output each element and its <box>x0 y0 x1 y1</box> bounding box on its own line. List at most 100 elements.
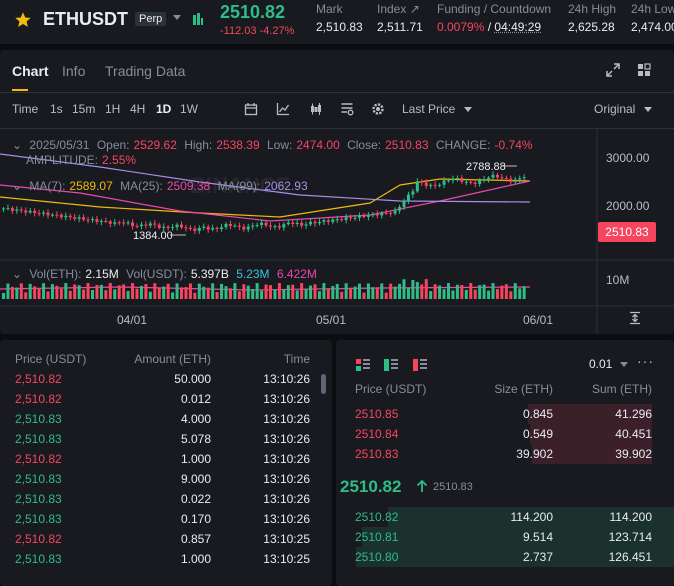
expand-icon[interactable] <box>605 62 621 78</box>
chevron-down-icon <box>643 107 652 113</box>
candle <box>19 209 23 211</box>
candle <box>518 178 522 180</box>
candle <box>273 226 277 228</box>
table-row[interactable]: 2,510.83 0.170 13:10:26 <box>0 512 332 532</box>
volume-bar <box>215 292 219 299</box>
time-label[interactable]: Time <box>12 102 38 116</box>
interval-1w[interactable]: 1W <box>180 102 198 116</box>
x-axis-label: 05/01 <box>316 313 347 327</box>
bid-row[interactable]: 2510.82 114.200 114.200 <box>336 507 674 527</box>
precision-select[interactable]: 0.01 <box>589 357 628 371</box>
table-row[interactable]: 2,510.83 5.078 13:10:26 <box>0 432 332 452</box>
table-row[interactable]: 2,510.83 0.022 13:10:26 <box>0 492 332 512</box>
trades-scrollbar[interactable] <box>321 374 326 394</box>
tab-chart[interactable]: Chart <box>12 63 49 79</box>
candle <box>500 177 504 179</box>
candle <box>260 222 264 226</box>
chevron-down-icon[interactable]: ⌄ <box>12 179 22 193</box>
candle <box>282 224 286 228</box>
interval-1d[interactable]: 1D <box>156 102 171 116</box>
candle <box>415 181 419 192</box>
symbol-name[interactable]: ETHUSDT <box>43 9 128 30</box>
volume-bar <box>353 286 357 299</box>
chevron-down-icon[interactable]: ⌄ <box>12 138 22 152</box>
close-value: 2510.83 <box>385 138 429 152</box>
volume-bar <box>424 279 428 299</box>
candle <box>460 178 464 182</box>
table-row[interactable]: 2,510.82 1.000 13:10:26 <box>0 452 332 472</box>
close-label: Close: <box>347 138 382 152</box>
candle <box>33 210 37 214</box>
volume-bar <box>68 290 72 299</box>
book-bids-icon[interactable] <box>384 359 398 371</box>
contract-type-badge: Perp <box>135 12 167 26</box>
trade-time: 13:10:26 <box>263 412 310 426</box>
candle <box>42 212 46 214</box>
candle <box>317 221 321 224</box>
volume-bar <box>224 286 228 299</box>
ask-sum: 40.451 <box>615 427 652 441</box>
ask-row[interactable]: 2510.85 0.845 41.296 <box>336 404 674 424</box>
candle <box>86 219 90 221</box>
trade-price: 2,510.83 <box>15 512 62 526</box>
volume-bar <box>126 290 130 299</box>
table-row[interactable]: 2,510.82 0.012 13:10:26 <box>0 392 332 412</box>
grid-layout-icon[interactable] <box>636 62 652 78</box>
bid-row[interactable]: 2510.81 9.514 123.714 <box>336 527 674 547</box>
bid-row[interactable]: 2510.80 2.737 126.451 <box>336 547 674 567</box>
candle <box>393 210 397 214</box>
candle <box>491 174 495 178</box>
change-value: -0.74% <box>494 138 533 152</box>
candle <box>24 210 28 213</box>
candle <box>326 220 330 222</box>
book-asks-icon[interactable] <box>413 359 427 371</box>
settings-icon[interactable] <box>371 102 385 116</box>
candle <box>255 225 259 227</box>
more-icon[interactable]: ··· <box>637 353 654 369</box>
trade-amount: 5.078 <box>180 432 211 446</box>
index-label[interactable]: Index ↗ <box>377 2 423 20</box>
tab-trading-data[interactable]: Trading Data <box>105 63 185 79</box>
volume-bar <box>255 283 259 299</box>
star-icon[interactable] <box>14 11 32 29</box>
ask-row[interactable]: 2510.84 0.549 40.451 <box>336 424 674 444</box>
calendar-icon[interactable] <box>244 102 258 116</box>
candle <box>264 222 268 226</box>
candles-icon[interactable] <box>309 102 323 116</box>
volume-ma2: 6.422M <box>276 267 317 281</box>
current-price-badge: 2510.83 <box>598 222 656 242</box>
table-row[interactable]: 2,510.83 1.000 13:10:25 <box>0 552 332 572</box>
book-both-icon[interactable] <box>356 359 370 371</box>
chevron-down-icon[interactable] <box>173 15 181 20</box>
reset-scale-icon[interactable] <box>628 311 642 325</box>
bar-chart-icon[interactable] <box>193 13 203 25</box>
volume-bar <box>19 283 23 299</box>
tab-info[interactable]: Info <box>62 63 85 79</box>
index-price-stat[interactable]: Index ↗ 2,511.71 <box>377 2 423 34</box>
price-type-select[interactable]: Last Price <box>402 102 472 116</box>
interval-1h[interactable]: 1H <box>105 102 120 116</box>
volume-bar <box>113 289 117 299</box>
chevron-down-icon[interactable]: ⌄ <box>12 267 22 281</box>
candle <box>411 191 415 195</box>
candle <box>108 221 112 224</box>
volume-bar <box>335 283 339 299</box>
interval-1s[interactable]: 1s <box>50 102 63 116</box>
ask-row[interactable]: 2510.83 39.902 39.902 <box>336 444 674 464</box>
indicator-icon[interactable] <box>340 102 354 116</box>
table-row[interactable]: 2,510.82 50.000 13:10:26 <box>0 372 332 392</box>
candle <box>469 181 473 183</box>
interval-4h[interactable]: 4H <box>130 102 145 116</box>
volume-bar <box>260 290 264 299</box>
interval-15m[interactable]: 15m <box>72 102 95 116</box>
low-stat: 24h Low 2,474.00 <box>631 2 674 34</box>
volume-bar <box>487 290 491 299</box>
table-row[interactable]: 2,510.82 0.857 13:10:25 <box>0 532 332 552</box>
line-chart-icon[interactable] <box>276 102 290 116</box>
table-row[interactable]: 2,510.83 9.000 13:10:26 <box>0 472 332 492</box>
volume-bar <box>264 284 268 299</box>
candle <box>362 215 366 217</box>
chart-area[interactable]: BINANCE 2788.88 1384.00 ⌄ 2025/05/31 Ope… <box>0 129 674 334</box>
chart-view-select[interactable]: Original <box>594 102 652 116</box>
table-row[interactable]: 2,510.83 4.000 13:10:26 <box>0 412 332 432</box>
